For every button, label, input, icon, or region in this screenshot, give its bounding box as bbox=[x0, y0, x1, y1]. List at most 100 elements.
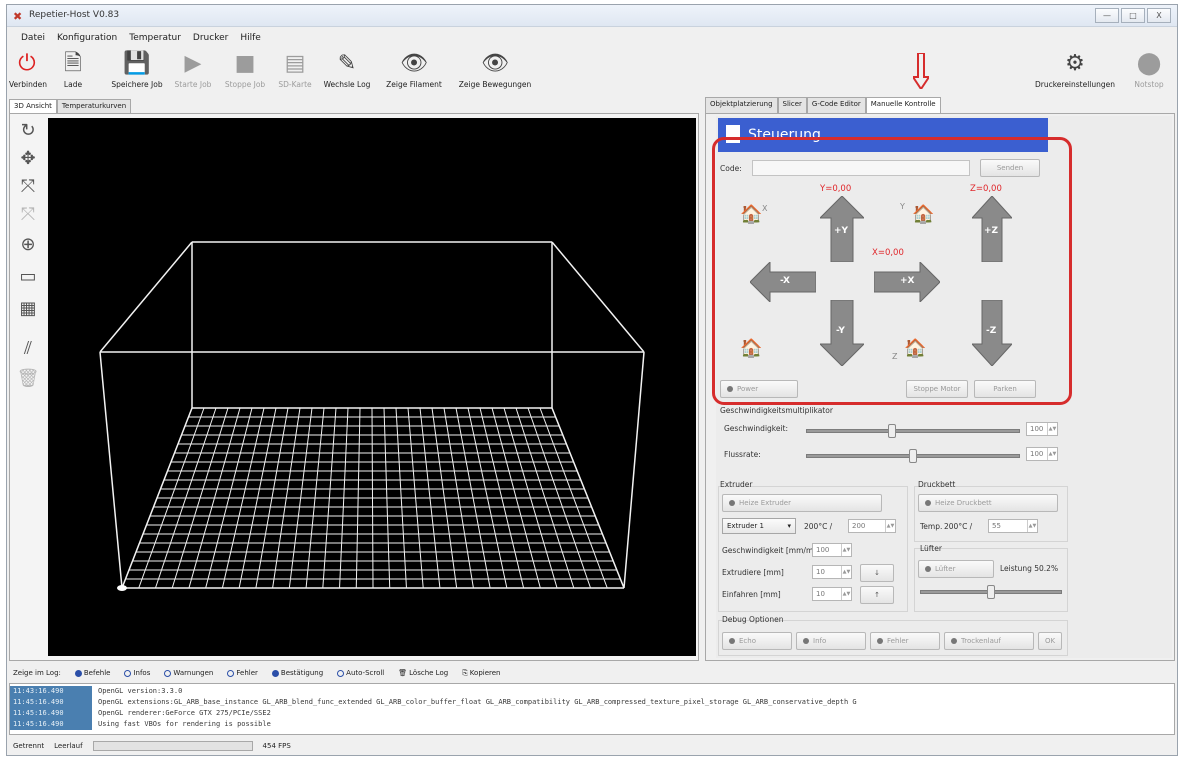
extruder-select[interactable]: Extruder 1 ▾ bbox=[722, 518, 796, 534]
status-led-icon bbox=[877, 638, 883, 644]
spinner-arrows-icon[interactable]: ▲▼ bbox=[1027, 520, 1037, 532]
filter-autoscroll[interactable]: Auto-Scroll bbox=[337, 669, 384, 677]
close-button[interactable]: X bbox=[1147, 8, 1171, 23]
toggle-log-button[interactable]: ✎ Wechsle Log bbox=[319, 49, 375, 91]
log-filter-label: Zeige im Log: bbox=[13, 669, 61, 677]
tab-slicer[interactable]: Slicer bbox=[777, 97, 807, 113]
filter-acknowledgements[interactable]: Bestätigung bbox=[271, 669, 323, 677]
extruder-speed-spinner[interactable]: 100 ▲▼ bbox=[812, 543, 852, 557]
debug-info-button[interactable]: Info bbox=[796, 632, 866, 650]
maximize-button[interactable]: □ bbox=[1121, 8, 1145, 23]
bed-target-temp[interactable]: 55 ▲▼ bbox=[988, 519, 1038, 533]
filter-errors[interactable]: Fehler bbox=[227, 669, 258, 677]
stop-job-button[interactable]: ■ Stoppe Job bbox=[221, 49, 269, 91]
copy-log-button[interactable]: ⎘ Kopieren bbox=[462, 669, 500, 678]
checkbox-icon bbox=[337, 669, 345, 677]
menu-file[interactable]: Datei bbox=[21, 29, 45, 47]
arrow-down-icon: ↓ bbox=[874, 569, 880, 577]
extruder-title: Extruder bbox=[720, 480, 753, 489]
title-bar: ✖ Repetier-Host V0.83 — □ X bbox=[7, 5, 1177, 27]
extruder-temp: 200°C / bbox=[804, 522, 833, 531]
spinner-arrows-icon[interactable]: ▲▼ bbox=[885, 520, 895, 532]
speed-slider-thumb[interactable] bbox=[887, 424, 896, 438]
debug-dry-run-button[interactable]: Trockenlauf bbox=[944, 632, 1034, 650]
speed-label: Geschwindigkeit: bbox=[724, 424, 789, 433]
left-tab-bar: 3D Ansicht Temperaturkurven bbox=[9, 99, 132, 113]
tab-3d-view[interactable]: 3D Ansicht bbox=[9, 99, 57, 113]
spinner-arrows-icon[interactable]: ▲▼ bbox=[841, 566, 851, 578]
log-panel[interactable]: 11:43:16.490 OpenGL version:3.3.0 11:45:1… bbox=[9, 683, 1175, 735]
top-view-icon[interactable]: ▦ bbox=[14, 296, 42, 322]
menu-configuration[interactable]: Konfiguration bbox=[57, 29, 117, 47]
origin-marker bbox=[117, 585, 127, 591]
save-job-button[interactable]: 💾 Speichere Job bbox=[109, 49, 165, 91]
load-button[interactable]: 🗎 Lade bbox=[53, 49, 93, 91]
move-view-icon[interactable]: ⤧ bbox=[14, 174, 42, 200]
gears-icon: ⚙ bbox=[1065, 51, 1085, 76]
log-line: 11:43:16.490 OpenGL version:3.3.0 bbox=[10, 686, 1160, 697]
retract-up-button[interactable]: ↑ bbox=[860, 586, 894, 604]
heat-bed-button[interactable]: Heize Druckbett bbox=[918, 494, 1058, 512]
filter-infos[interactable]: Infos bbox=[124, 669, 150, 677]
trash-icon[interactable]: 🗑 bbox=[14, 366, 42, 392]
connect-button[interactable]: ⏻ Verbinden bbox=[9, 49, 47, 91]
volume-edge bbox=[623, 351, 645, 589]
tab-manual-control[interactable]: Manuelle Kontrolle bbox=[865, 97, 941, 113]
status-led-icon bbox=[925, 500, 931, 506]
debug-error-button[interactable]: Fehler bbox=[870, 632, 940, 650]
show-travel-button[interactable]: 👁 Zeige Bewegungen bbox=[453, 49, 537, 91]
front-view-icon[interactable]: ▭ bbox=[14, 264, 42, 290]
spinner-arrows-icon[interactable]: ▲▼ bbox=[1047, 423, 1057, 435]
spinner-arrows-icon[interactable]: ▲▼ bbox=[1047, 448, 1057, 460]
fan-power: Leistung 50.2% bbox=[1000, 564, 1059, 573]
minimize-button[interactable]: — bbox=[1095, 8, 1119, 23]
tab-object-placement[interactable]: Objektplatzierung bbox=[705, 97, 778, 113]
show-filament-button[interactable]: 👁 Zeige Filament bbox=[379, 49, 449, 91]
log-line: 11:45:16.490 Using fast VBOs for renderin… bbox=[10, 719, 1160, 730]
menu-help[interactable]: Hilfe bbox=[240, 29, 260, 47]
start-job-button[interactable]: ▶ Starte Job bbox=[171, 49, 215, 91]
speed-spinner[interactable]: 100 ▲▼ bbox=[1026, 422, 1058, 436]
extrude-down-button[interactable]: ↓ bbox=[860, 564, 894, 582]
spinner-arrows-icon[interactable]: ▲▼ bbox=[841, 544, 851, 556]
move-object-icon[interactable]: ⤧ bbox=[14, 202, 42, 228]
tab-temperature-curves[interactable]: Temperaturkurven bbox=[56, 99, 132, 113]
sd-card-button[interactable]: ▤ SD-Karte bbox=[275, 49, 315, 91]
menu-printer[interactable]: Drucker bbox=[193, 29, 228, 47]
printer-settings-button[interactable]: ⚙ Druckereinstellungen bbox=[1027, 49, 1123, 91]
filter-warnings[interactable]: Warnungen bbox=[164, 669, 213, 677]
fan-button[interactable]: Lüfter bbox=[918, 560, 994, 578]
flow-slider-thumb[interactable] bbox=[909, 449, 917, 463]
rotate-icon[interactable]: ✥ bbox=[14, 146, 42, 172]
debug-ok-button[interactable]: OK bbox=[1038, 632, 1062, 650]
connection-status: Getrennt bbox=[13, 742, 45, 750]
bed-temp-label: Temp. bbox=[920, 522, 943, 531]
app-window: ✖ Repetier-Host V0.83 — □ X Datei Konfig… bbox=[6, 4, 1178, 756]
speed-slider-track[interactable] bbox=[806, 429, 1020, 433]
tab-gcode-editor[interactable]: G-Code Editor bbox=[806, 97, 866, 113]
extruder-target-temp[interactable]: 200 ▲▼ bbox=[848, 519, 896, 533]
filter-commands[interactable]: Befehle bbox=[74, 669, 110, 677]
app-icon: ✖ bbox=[13, 10, 23, 23]
eye-icon: 👁 bbox=[481, 51, 509, 76]
fan-slider-thumb[interactable] bbox=[987, 585, 995, 599]
retract-spinner[interactable]: 10 ▲▼ bbox=[812, 587, 852, 601]
heat-extruder-button[interactable]: Heize Extruder bbox=[722, 494, 882, 512]
3d-view-panel: ↻ ✥ ⤧ ⤧ ⊕ ▭ ▦ ⫽ 🗑 bbox=[9, 113, 699, 661]
emergency-stop-button[interactable]: ⬤ Notstop bbox=[1127, 49, 1171, 91]
reset-view-icon[interactable]: ↻ bbox=[14, 118, 42, 144]
bed-title: Druckbett bbox=[918, 480, 956, 489]
debug-echo-button[interactable]: Echo bbox=[722, 632, 792, 650]
clear-log-button[interactable]: 🗑 Lösche Log bbox=[398, 669, 448, 677]
extruder-speed-label: Geschwindigkeit [mm/min] bbox=[722, 546, 824, 555]
parallel-view-icon[interactable]: ⫽ bbox=[14, 336, 42, 362]
zoom-icon[interactable]: ⊕ bbox=[14, 232, 42, 258]
flow-spinner[interactable]: 100 ▲▼ bbox=[1026, 447, 1058, 461]
3d-viewport[interactable] bbox=[48, 118, 696, 656]
spinner-arrows-icon[interactable]: ▲▼ bbox=[841, 588, 851, 600]
fps-readout: 454 FPS bbox=[262, 742, 291, 750]
menu-temperature[interactable]: Temperatur bbox=[129, 29, 181, 47]
extrude-spinner[interactable]: 10 ▲▼ bbox=[812, 565, 852, 579]
volume-edge bbox=[551, 241, 645, 353]
eye-icon: 👁 bbox=[400, 51, 428, 76]
